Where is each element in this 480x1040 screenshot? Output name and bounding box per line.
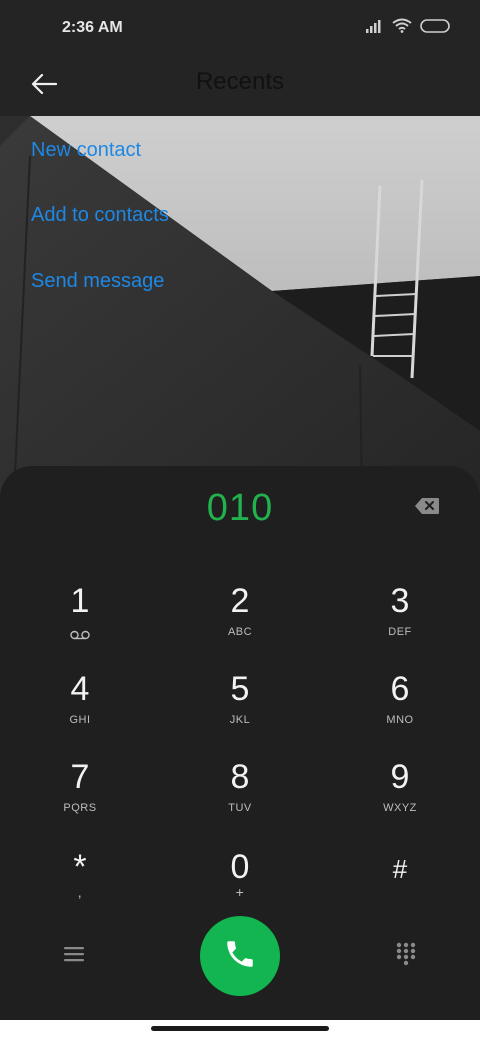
- key-letters: +: [235, 884, 245, 900]
- key-digit: 4: [70, 670, 90, 708]
- key-letters: WXYZ: [383, 802, 417, 814]
- key-hash[interactable]: #: [340, 848, 460, 928]
- backspace-button[interactable]: [412, 496, 442, 520]
- app-bar: Recents: [0, 56, 480, 116]
- key-digit: 0: [230, 848, 250, 886]
- key-5[interactable]: 5 JKL: [180, 670, 300, 750]
- key-letters: TUV: [228, 802, 252, 814]
- key-letters: JKL: [229, 714, 251, 726]
- call-button[interactable]: [200, 916, 280, 996]
- dialed-number[interactable]: 010: [0, 487, 480, 530]
- key-digit: 8: [230, 758, 250, 796]
- key-letters: GHI: [69, 714, 91, 726]
- add-to-contacts-link[interactable]: Add to contacts: [31, 204, 169, 227]
- key-digit: 3: [390, 582, 410, 620]
- key-4[interactable]: 4 GHI: [20, 670, 140, 750]
- dialpad-toggle-button[interactable]: [386, 936, 426, 976]
- status-bar: 2:36 AM: [0, 0, 480, 56]
- home-indicator[interactable]: [151, 1026, 329, 1031]
- key-star[interactable]: * ,: [20, 848, 140, 928]
- key-letters: MNO: [386, 714, 414, 726]
- key-letters: ,: [77, 884, 83, 900]
- key-digit: #: [392, 854, 408, 884]
- key-digit: 9: [390, 758, 410, 796]
- dialpad-icon: [396, 942, 416, 971]
- send-message-link[interactable]: Send message: [31, 270, 164, 293]
- key-1[interactable]: 1: [20, 582, 140, 662]
- phone-icon: [223, 937, 257, 976]
- wallpaper-image: [0, 116, 480, 496]
- menu-icon: [64, 946, 84, 967]
- key-7[interactable]: 7 PQRS: [20, 758, 140, 838]
- key-9[interactable]: 9 WXYZ: [340, 758, 460, 838]
- key-2[interactable]: 2 ABC: [180, 582, 300, 662]
- status-icons: [366, 18, 450, 38]
- key-6[interactable]: 6 MNO: [340, 670, 460, 750]
- backspace-icon: [414, 497, 440, 520]
- battery-icon: [420, 18, 450, 38]
- voicemail-icon: [70, 627, 90, 640]
- key-digit: *: [73, 848, 87, 886]
- new-contact-link[interactable]: New contact: [31, 139, 141, 162]
- menu-button[interactable]: [54, 936, 94, 976]
- key-letters: DEF: [388, 626, 412, 638]
- key-digit: 2: [230, 582, 250, 620]
- status-time: 2:36 AM: [62, 19, 123, 36]
- page-title: Recents: [195, 68, 285, 95]
- key-8[interactable]: 8 TUV: [180, 758, 300, 838]
- key-digit: 6: [390, 670, 410, 708]
- key-letters: PQRS: [63, 802, 97, 814]
- key-digit: 5: [230, 670, 250, 708]
- signal-icon: [366, 19, 384, 38]
- key-letters: ABC: [227, 626, 253, 638]
- key-3[interactable]: 3 DEF: [340, 582, 460, 662]
- wifi-icon: [392, 18, 412, 38]
- key-digit: 1: [70, 582, 90, 620]
- key-digit: 7: [70, 758, 90, 796]
